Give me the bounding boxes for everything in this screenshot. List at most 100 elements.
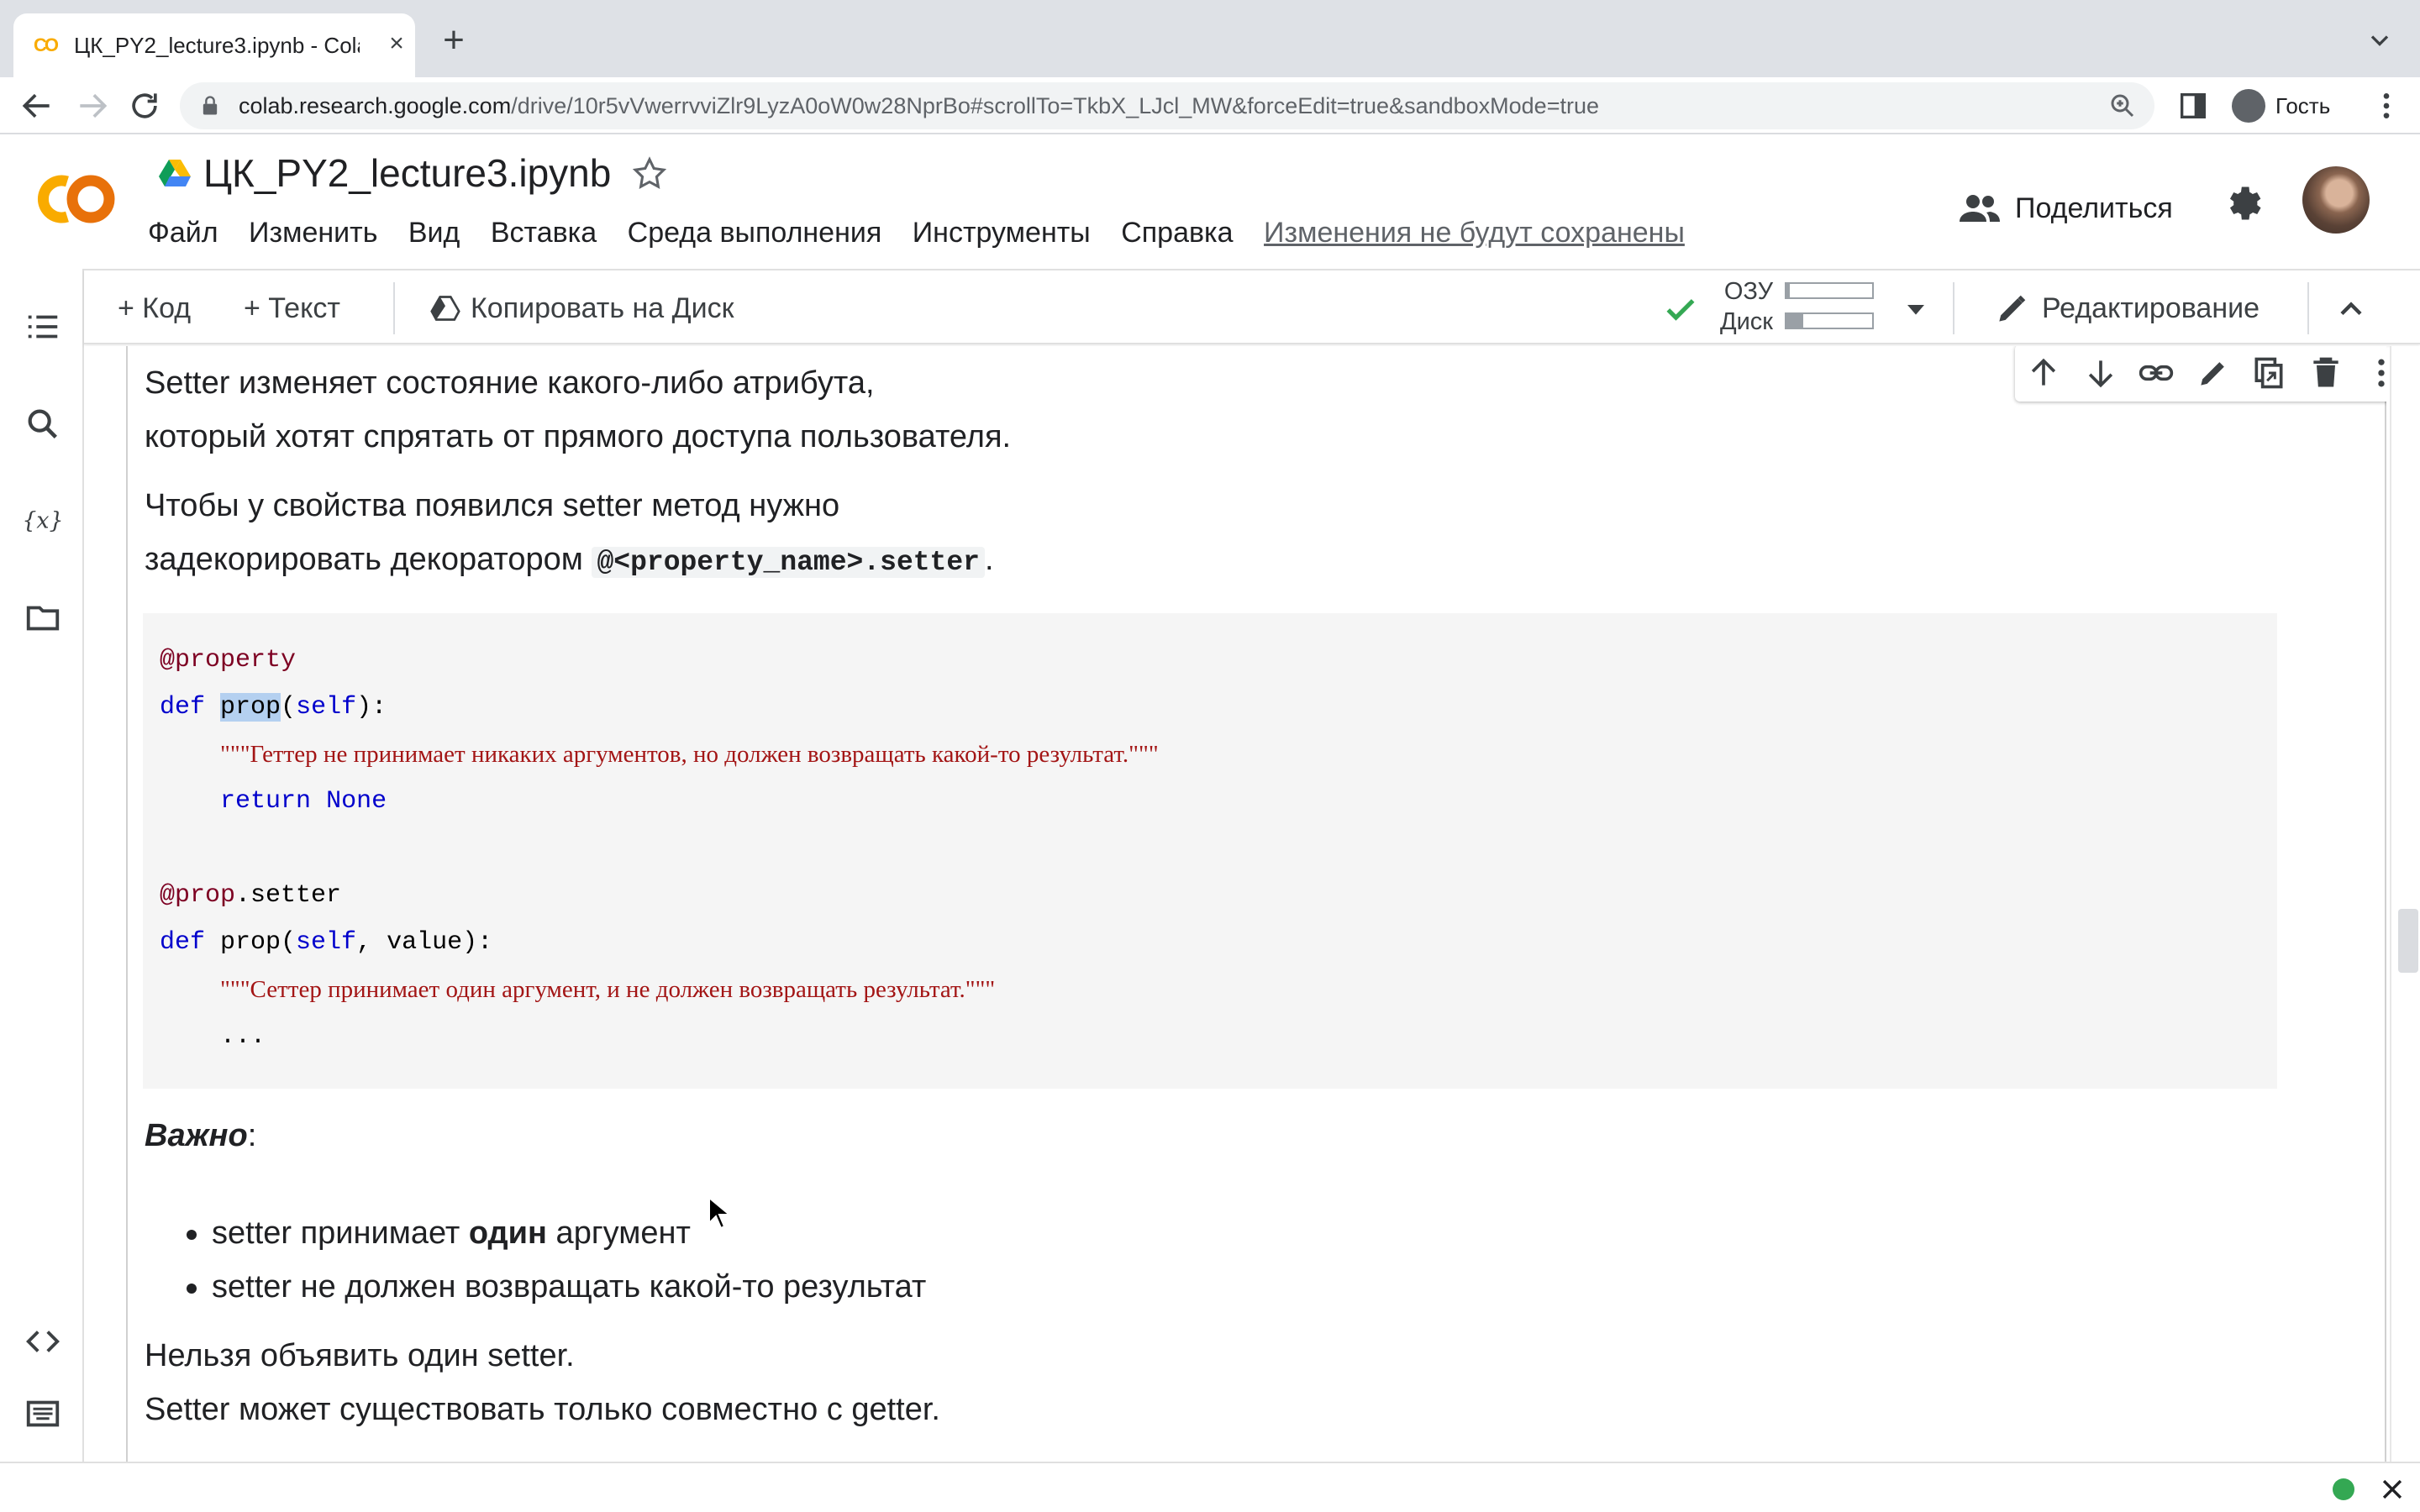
disk-usage-fill [1786, 314, 1804, 328]
code-snippets-icon[interactable] [24, 1322, 62, 1361]
gear-icon[interactable] [2222, 181, 2265, 225]
browser-tab[interactable]: CO ЦК_PY2_lecture3.ipynb - Cola × [13, 13, 415, 77]
unsaved-changes-link[interactable]: Изменения не будут сохранены [1264, 212, 1685, 254]
more-vert-icon[interactable] [2370, 89, 2403, 123]
add-code-button[interactable]: + Код [118, 286, 191, 331]
ram-label: ОЗУ [1723, 278, 1773, 305]
add-text-button[interactable]: + Текст [244, 286, 340, 331]
search-icon[interactable] [24, 405, 62, 444]
menu-file[interactable]: Файл [148, 212, 218, 254]
profile-label: Гость [2275, 93, 2331, 118]
variables-icon[interactable]: {x} [24, 501, 62, 539]
profile-button[interactable]: Гость [2223, 81, 2365, 131]
share-label: Поделиться [2015, 192, 2173, 224]
share-button[interactable]: Поделиться [1946, 176, 2198, 240]
list-item-text: setter не должен возвращать какой-то рез… [212, 1269, 927, 1305]
code-docstring: """Геттер не принимает никаких аргументо… [220, 741, 1159, 768]
list-item: setter принимает один аргумент [187, 1206, 691, 1260]
notebook-title[interactable]: ЦК_PY2_lecture3.ipynb [203, 150, 611, 197]
new-tab-icon[interactable]: + [437, 22, 471, 59]
table-of-contents-icon[interactable] [24, 307, 62, 346]
important-colon: : [247, 1118, 257, 1153]
code-block: @property def prop(self): """Геттер не п… [143, 613, 2277, 1089]
move-up-icon[interactable] [2025, 354, 2062, 391]
menu-tools[interactable]: Инструменты [913, 212, 1091, 254]
url-text: colab.research.google.com/drive/10r5vVwe… [239, 91, 1599, 121]
status-bar [0, 1462, 2420, 1512]
code-keyword: self [296, 693, 357, 722]
tab-search-chevron-icon[interactable] [2365, 25, 2395, 55]
paragraph-text: . [984, 542, 994, 577]
google-drive-icon[interactable] [158, 158, 192, 188]
command-palette-icon[interactable] [24, 1394, 62, 1433]
code-text: ( [281, 693, 297, 722]
link-icon[interactable] [2138, 354, 2175, 391]
bullet-dot [187, 1230, 197, 1240]
code-line: def prop(self): [160, 684, 387, 731]
folder-icon[interactable] [24, 598, 62, 637]
colab-logo[interactable] [30, 170, 119, 228]
menu-runtime[interactable]: Среда выполнения [628, 212, 882, 254]
tab-title: ЦК_PY2_lecture3.ipynb - Cola [74, 33, 360, 58]
code-line: ... [160, 1013, 266, 1060]
chevron-up-icon[interactable] [2333, 291, 2370, 328]
colab-header: ЦК_PY2_lecture3.ipynb Файл Изменить Вид … [0, 134, 2420, 269]
selected-text: prop [220, 693, 281, 722]
list-item-text: аргумент [547, 1215, 691, 1251]
toolbar-divider [393, 282, 395, 334]
menu-edit[interactable]: Изменить [249, 212, 377, 254]
code-line: @property [160, 637, 296, 684]
close-tab-icon[interactable]: × [381, 29, 412, 59]
status-connected-icon[interactable] [2333, 1478, 2354, 1500]
editing-mode-button[interactable]: Редактирование [2042, 286, 2260, 331]
toolbar-divider [1953, 282, 1954, 334]
back-arrow-icon[interactable] [18, 87, 55, 124]
toolbar-divider [2307, 282, 2309, 334]
menu-bar: Файл Изменить Вид Вставка Среда выполнен… [148, 212, 1712, 254]
side-panel-icon[interactable] [2176, 89, 2210, 123]
text-cell[interactable]: Setter изменяет состояние какого-либо ат… [126, 346, 2386, 1462]
delete-icon[interactable] [2307, 354, 2344, 391]
menu-insert[interactable]: Вставка [491, 212, 597, 254]
menu-help[interactable]: Справка [1121, 212, 1233, 254]
zoom-icon[interactable] [2107, 91, 2138, 121]
scrollbar[interactable] [2390, 346, 2420, 1462]
copy-to-drive-label: Копировать на Диск [471, 292, 734, 324]
notebook-area: Setter изменяет состояние какого-либо ат… [84, 346, 2386, 1462]
code-decorator: @property [160, 646, 297, 675]
code-line: def prop(self, value): [160, 919, 492, 966]
move-down-icon[interactable] [2082, 354, 2119, 391]
caret-down-icon[interactable] [1899, 292, 1933, 326]
address-bar[interactable]: colab.research.google.com/drive/10r5vVwe… [180, 82, 2154, 129]
paragraph-text: задекорировать декоратором [145, 542, 592, 577]
svg-text:{x}: {x} [24, 508, 62, 534]
code-text: ): [356, 693, 387, 722]
code-keyword: return [220, 787, 312, 816]
code-line: @prop.setter [160, 872, 341, 919]
pencil-icon [1999, 295, 2026, 322]
reload-icon[interactable] [126, 87, 163, 124]
menu-view[interactable]: Вид [408, 212, 460, 254]
code-text: ... [220, 1022, 266, 1051]
code-keyword: def [160, 928, 206, 957]
browser-toolbar: colab.research.google.com/drive/10r5vVwe… [0, 77, 2420, 134]
url-host: colab.research.google.com [239, 93, 512, 118]
code-decorator: @prop [160, 881, 236, 910]
list-item-bold: один [468, 1215, 547, 1251]
people-icon [1960, 195, 2000, 222]
forward-arrow-icon[interactable] [74, 87, 111, 124]
lock-icon[interactable] [198, 94, 222, 118]
ram-usage-bar [1785, 282, 1874, 299]
important-line: Важно: [145, 1109, 256, 1163]
mirror-cell-icon[interactable] [2250, 354, 2287, 391]
edit-pencil-icon[interactable] [2195, 354, 2232, 391]
disk-label: Диск [1719, 308, 1773, 335]
user-avatar[interactable] [2302, 166, 2370, 234]
star-icon[interactable] [630, 155, 669, 193]
scrollbar-thumb[interactable] [2398, 909, 2418, 973]
more-vert-icon[interactable] [2363, 354, 2386, 391]
url-path: /drive/10r5vVwerrvviZlr9LyzA0oW0w28NprBo… [511, 93, 1599, 118]
list-item: setter не должен возвращать какой-то рез… [187, 1260, 927, 1314]
close-icon[interactable] [2378, 1475, 2407, 1504]
code-line: return None [160, 778, 387, 825]
